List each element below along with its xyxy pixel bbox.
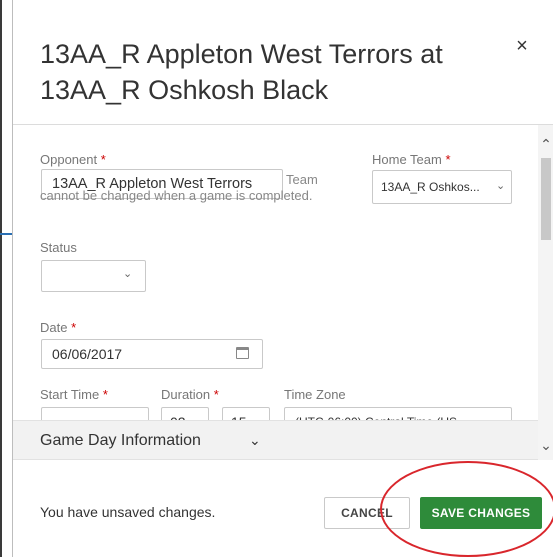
- duration-minutes-input[interactable]: 15: [222, 407, 270, 420]
- home-team-select[interactable]: 13AA_R Oshkos...: [372, 170, 512, 204]
- home-team-label: Home Team *: [372, 152, 451, 167]
- backdrop-edge: [0, 0, 2, 557]
- form-scrollbar[interactable]: ⌃ ⌄: [538, 125, 553, 460]
- duration-label: Duration *: [161, 387, 219, 402]
- cancel-button[interactable]: CANCEL: [324, 497, 410, 529]
- opponent-help-text: Team cannot be changed when a game is co…: [40, 172, 318, 203]
- chevron-down-icon: ⌄: [123, 268, 133, 280]
- time-zone-select[interactable]: (UTC-06:00) Central Time (US...: [284, 407, 512, 420]
- date-label: Date *: [40, 320, 76, 335]
- start-time-input[interactable]: [41, 407, 149, 420]
- section-title: Game Day Information: [40, 432, 201, 449]
- scroll-down-icon[interactable]: ⌄: [538, 438, 553, 452]
- required-mark: *: [102, 387, 108, 402]
- required-mark: *: [71, 320, 77, 335]
- opponent-label-text: Opponent: [40, 152, 98, 167]
- time-zone-label: Time Zone: [284, 387, 346, 402]
- unsaved-changes-message: You have unsaved changes.: [40, 504, 216, 520]
- date-input[interactable]: 06/06/2017: [41, 339, 263, 369]
- game-day-information-section[interactable]: Game Day Information ⌄: [13, 420, 538, 460]
- opponent-label: Opponent *: [40, 152, 106, 167]
- required-mark: *: [445, 152, 451, 167]
- home-team-label-text: Home Team: [372, 152, 442, 167]
- modal-title: 13AA_R Appleton West Terrors at 13AA_R O…: [40, 39, 443, 105]
- required-mark: *: [100, 152, 106, 167]
- start-time-label: Start Time *: [40, 387, 108, 402]
- close-icon[interactable]: ×: [510, 34, 534, 58]
- edit-game-modal: 13AA_R Appleton West Terrors at 13AA_R O…: [12, 0, 553, 557]
- scroll-up-icon[interactable]: ⌃: [538, 137, 553, 151]
- duration-label-text: Duration: [161, 387, 211, 402]
- page-backdrop: [0, 0, 12, 557]
- required-mark: *: [213, 387, 219, 402]
- status-label: Status: [40, 240, 77, 255]
- chevron-down-icon: ⌄: [496, 180, 506, 192]
- duration-hours-input[interactable]: 02: [161, 407, 209, 420]
- backdrop-accent-line: [0, 233, 12, 235]
- chevron-down-icon: ⌄: [249, 432, 261, 448]
- start-time-label-text: Start Time: [40, 387, 100, 402]
- save-changes-button[interactable]: SAVE CHANGES: [420, 497, 542, 529]
- calendar-icon[interactable]: [236, 347, 249, 359]
- scroll-thumb[interactable]: [541, 158, 551, 240]
- date-label-text: Date: [40, 320, 68, 335]
- form-body: Opponent * 13AA_R Appleton West Terrors …: [13, 125, 538, 420]
